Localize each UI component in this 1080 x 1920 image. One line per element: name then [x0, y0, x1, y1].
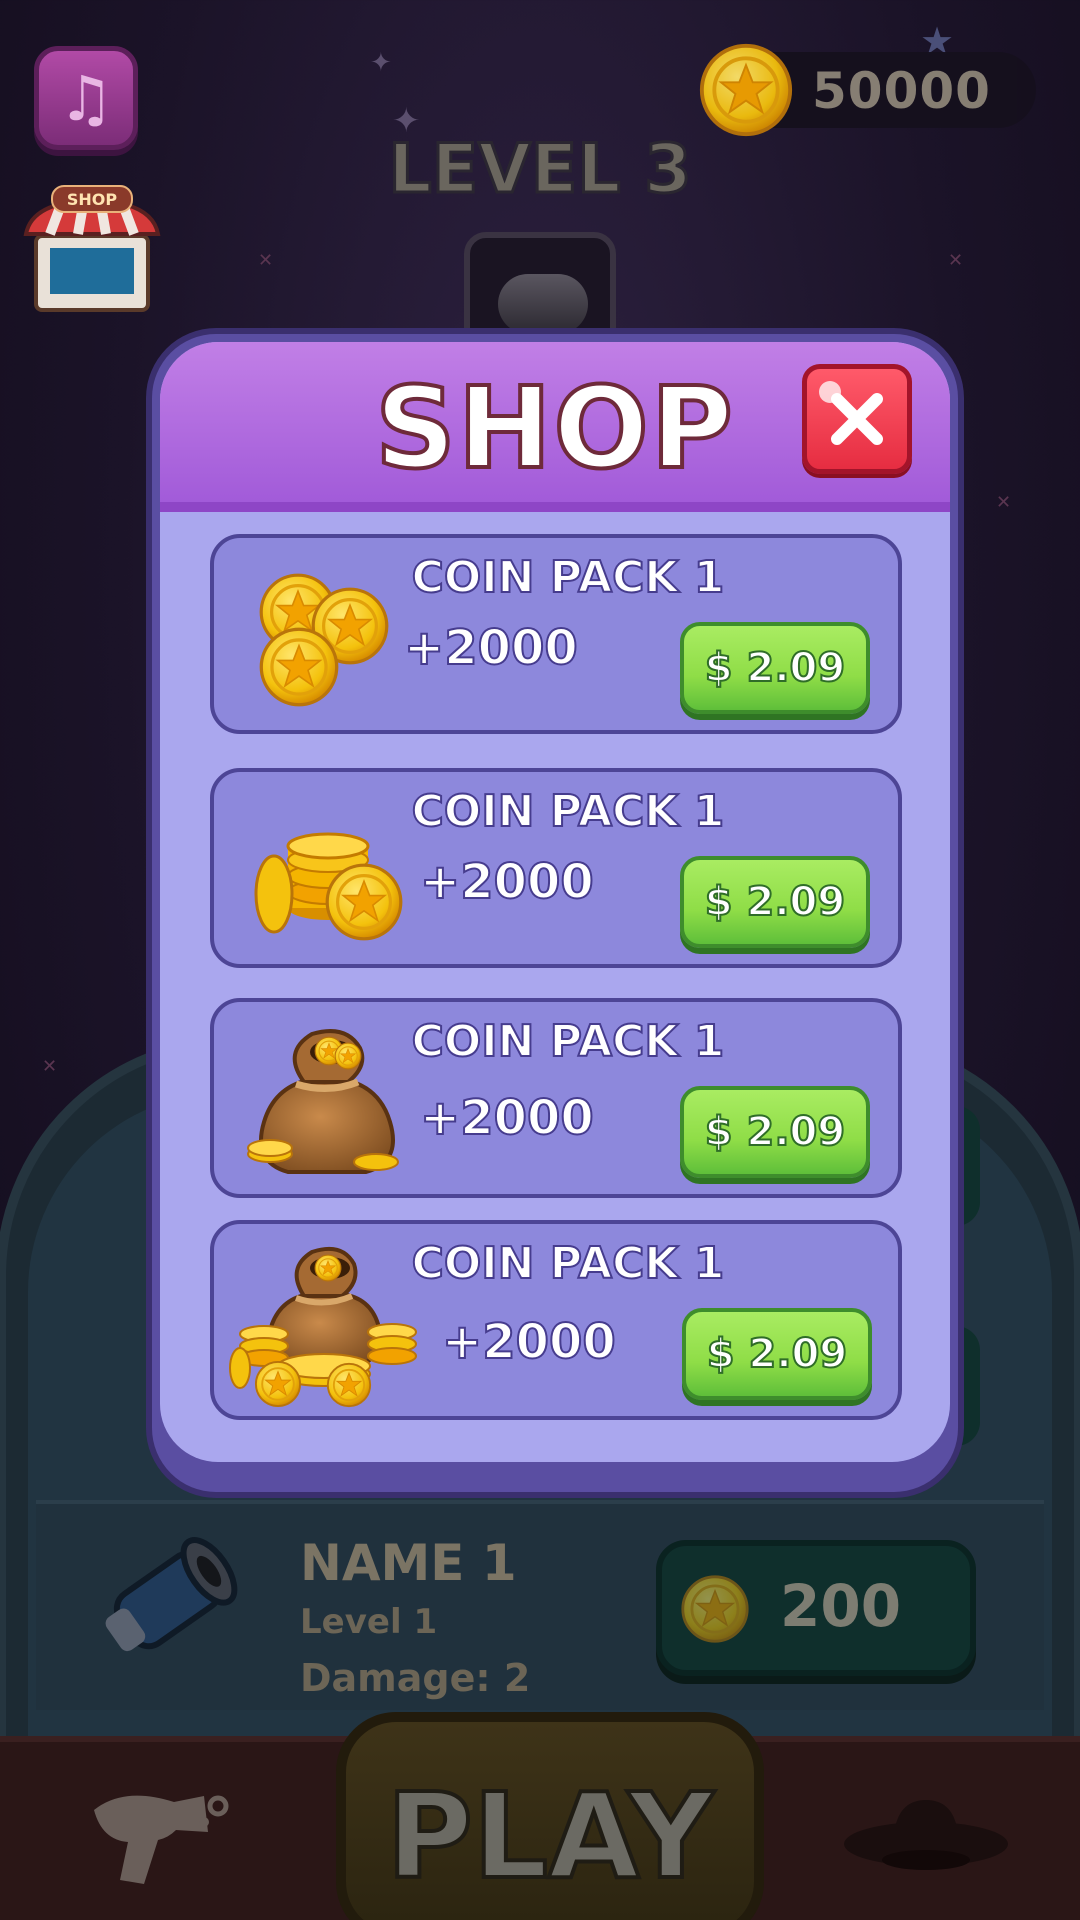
coin-balance-display: 50000: [700, 52, 1036, 128]
coin-balance-value: 50000: [812, 62, 991, 120]
buy-pack-price: $ 2.09: [704, 878, 846, 926]
star-decoration-icon: ✕: [948, 250, 964, 271]
item-name: NAME 1: [300, 1534, 517, 1592]
buy-pack-price: $ 2.09: [704, 644, 846, 692]
coin-icon: [680, 1574, 750, 1644]
level-title: LEVEL 3: [387, 129, 693, 211]
buy-pack-button[interactable]: $ 2.09: [680, 856, 870, 948]
close-button[interactable]: [802, 364, 912, 474]
play-button-label: PLAY: [384, 1765, 715, 1907]
coin-pack-card: COIN PACK 1 +2000 $ 2.09: [210, 768, 902, 968]
coin-pack-amount: +2000: [441, 1313, 617, 1371]
cannon-icon: [498, 274, 588, 334]
coin-pack-card: COIN PACK 1 +2000 $ 2.09: [210, 998, 902, 1198]
buy-pack-button[interactable]: $ 2.09: [680, 1086, 870, 1178]
music-note-icon: ♫: [58, 61, 114, 135]
coin-pack-card: COIN PACK 1 +2000 $ 2.09: [210, 534, 902, 734]
item-damage: Damage: 2: [300, 1656, 531, 1700]
ray-gun-nav-icon[interactable]: [84, 1780, 244, 1890]
coin-icon: [698, 42, 794, 138]
coin-pack-amount: +2000: [403, 619, 579, 677]
star-decoration-icon: ✕: [42, 1056, 58, 1077]
coin-bag-icon: [247, 1029, 399, 1174]
coin-stack-icon: [254, 832, 403, 941]
buy-pack-button[interactable]: $ 2.09: [680, 622, 870, 714]
coin-pack-card: COIN PACK 1 +2000 $ 2.09: [210, 1220, 902, 1420]
star-decoration-icon: ✕: [996, 492, 1012, 513]
play-button[interactable]: PLAY: [336, 1712, 764, 1920]
cannon-icon: [105, 1537, 238, 1652]
item-level: Level 1: [300, 1602, 438, 1642]
buy-pack-price: $ 2.09: [704, 1108, 846, 1156]
star-decoration-icon: ✕: [258, 250, 274, 271]
upgrade-buy-button[interactable]: 200: [656, 1540, 976, 1676]
coin-trio-icon: [259, 573, 389, 707]
buy-pack-price: $ 2.09: [706, 1330, 848, 1378]
ufo-nav-icon[interactable]: [842, 1790, 1010, 1882]
buy-pack-button[interactable]: $ 2.09: [682, 1308, 872, 1400]
star-decoration-icon: ✦: [370, 48, 392, 78]
coin-pack-amount: +2000: [419, 853, 595, 911]
close-button-shine: [819, 381, 841, 403]
coin-treasure-icon: [229, 1247, 417, 1408]
coin-pack-amount: +2000: [419, 1089, 595, 1147]
upgrade-price: 200: [780, 1572, 902, 1640]
